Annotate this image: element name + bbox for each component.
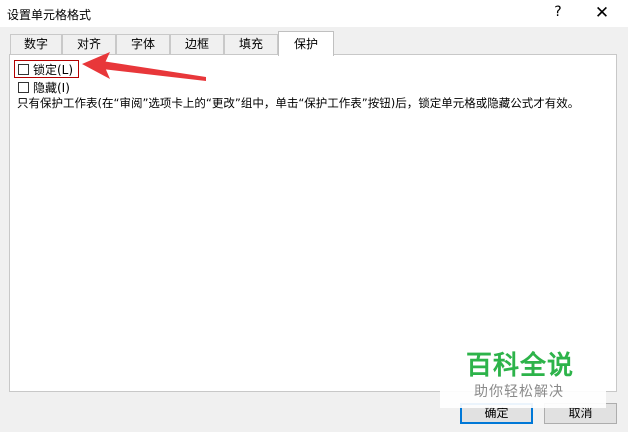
watermark-title: 百科全说 — [466, 351, 575, 381]
tab-protection[interactable]: 保护 — [278, 31, 334, 56]
arrow-shaft — [102, 61, 206, 81]
watermark-subtitle: 助你轻松解决 — [474, 384, 564, 400]
